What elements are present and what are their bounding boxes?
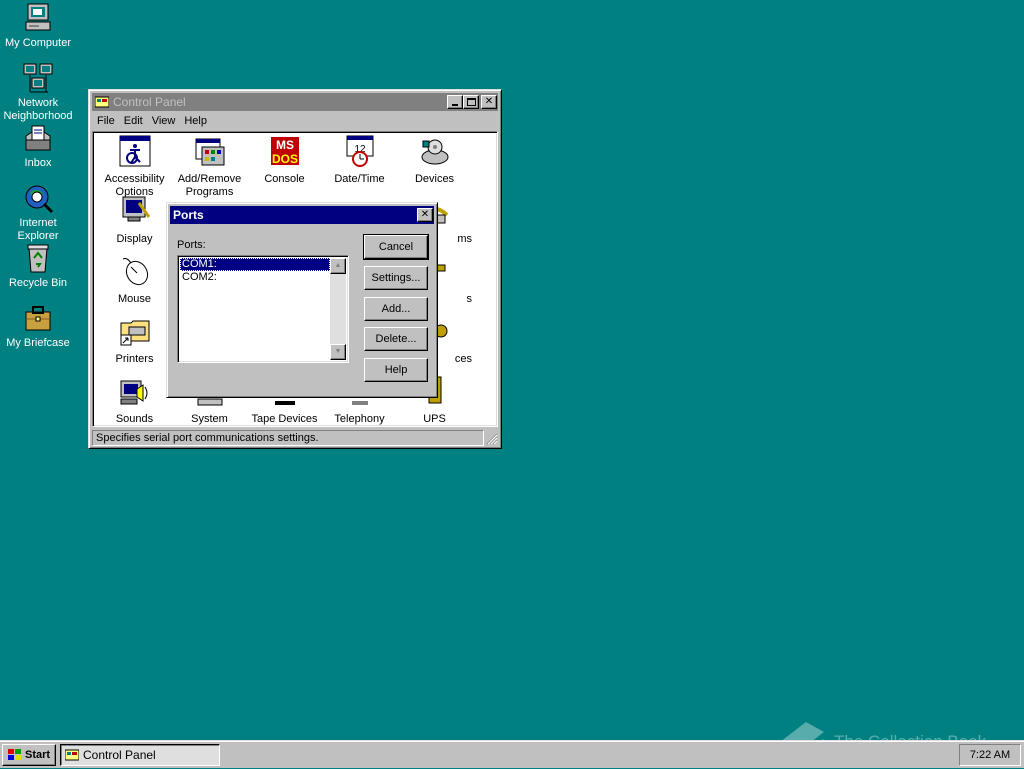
desktop-icon-my-briefcase[interactable]: My Briefcase	[0, 302, 76, 350]
cp-item-label: Sounds	[115, 413, 154, 425]
menu-edit[interactable]: Edit	[124, 115, 143, 127]
cp-item-label: Mouse	[117, 293, 152, 305]
cp-item-label: Console	[264, 173, 305, 185]
cp-item-label: Printers	[115, 353, 154, 365]
cp-item-mouse[interactable]: Mouse	[97, 255, 172, 306]
cancel-button[interactable]: Cancel	[363, 234, 429, 260]
cp-item-sounds[interactable]: Sounds	[97, 375, 172, 426]
delete-button[interactable]: Delete...	[364, 327, 428, 351]
start-label: Start	[25, 749, 51, 761]
menu-file[interactable]: File	[97, 115, 115, 127]
cp-item-accessibility-options[interactable]: Accessibility Options	[97, 135, 172, 199]
maximize-icon	[466, 98, 476, 106]
cp-item-printers[interactable]: Printers	[97, 315, 172, 366]
desktop-icon-label: My Briefcase	[6, 337, 70, 349]
display-icon	[119, 195, 151, 227]
close-button[interactable]: ✕	[481, 95, 497, 109]
menu-view[interactable]: View	[152, 115, 176, 127]
status-text-panel: Specifies serial port communications set…	[92, 429, 484, 446]
dialog-title: Ports	[173, 208, 204, 222]
list-item-com1[interactable]: COM1:	[180, 258, 330, 271]
desktop-icon-my-computer[interactable]: My Computer	[0, 2, 76, 50]
menu-help[interactable]: Help	[184, 115, 207, 127]
accessibility-icon	[119, 135, 151, 167]
scroll-up-button[interactable]: ▲	[330, 258, 346, 274]
desktop-icon-network-neighborhood[interactable]: Network Neighborhood	[0, 62, 76, 123]
menu-bar: File Edit View Help	[97, 113, 216, 129]
ports-listbox[interactable]: COM1: COM2: ▲ ▼	[177, 255, 349, 363]
internet-explorer-icon	[22, 182, 54, 214]
ports-dialog-titlebar[interactable]: Ports ✕	[170, 206, 434, 224]
listbox-scrollbar[interactable]: ▲ ▼	[330, 258, 346, 360]
control-panel-icon	[94, 96, 110, 108]
minimize-button[interactable]	[447, 95, 463, 109]
cp-item-label: Date/Time	[334, 173, 385, 185]
date-time-icon: 12	[344, 135, 376, 167]
cp-item-label: UPS	[423, 413, 446, 425]
maximize-button[interactable]	[463, 95, 479, 109]
status-text: Specifies serial port communications set…	[96, 431, 319, 444]
inbox-icon	[22, 122, 54, 154]
desktop-icon-label: Inbox	[24, 157, 52, 169]
cp-item-label: Display	[116, 233, 153, 245]
cp-item-label: Add/Remove Programs	[177, 173, 242, 198]
cp-item-label: Telephony	[334, 413, 385, 425]
taskbar-task-control-panel[interactable]: Control Panel	[60, 744, 220, 766]
dialog-close-button[interactable]: ✕	[417, 208, 433, 222]
taskbar: Start Control Panel 7:22 AM	[0, 740, 1024, 768]
cp-item-date-time[interactable]: 12 Date/Time	[322, 135, 397, 186]
cp-item-label: Tape Devices	[251, 413, 318, 425]
system-tray: 7:22 AM	[959, 744, 1021, 766]
ports-dialog: Ports ✕ Ports: COM1: COM2: ▲ ▼ Cancel Se…	[166, 202, 438, 398]
cp-item-devices[interactable]: Devices	[397, 135, 472, 186]
help-button[interactable]: Help	[364, 358, 428, 382]
printers-icon	[119, 315, 151, 347]
list-item-com2[interactable]: COM2:	[180, 271, 330, 284]
window-title: Control Panel	[113, 95, 186, 109]
scroll-down-icon: ▼	[334, 348, 342, 355]
recycle-bin-icon	[22, 242, 54, 274]
resize-grip-icon[interactable]	[484, 431, 498, 445]
add-remove-programs-icon	[194, 135, 226, 167]
close-icon: ✕	[484, 96, 494, 107]
clock[interactable]: 7:22 AM	[970, 749, 1010, 761]
cp-item-display[interactable]: Display	[97, 195, 172, 246]
task-label: Control Panel	[83, 748, 156, 762]
console-icon: MS DOS	[269, 135, 301, 167]
ports-list-label: Ports:	[177, 239, 206, 251]
add-button[interactable]: Add...	[364, 297, 428, 321]
sounds-icon	[119, 375, 151, 407]
desktop-icon-internet-explorer[interactable]: Internet Explorer	[0, 182, 76, 243]
cp-item-console[interactable]: MS DOS Console	[247, 135, 322, 186]
close-icon: ✕	[420, 209, 430, 220]
desktop-icon-inbox[interactable]: Inbox	[0, 122, 76, 170]
svg-text:DOS: DOS	[271, 152, 297, 166]
control-panel-titlebar[interactable]: Control Panel ✕	[92, 93, 498, 111]
minimize-icon	[452, 104, 458, 106]
computer-icon	[22, 2, 54, 34]
status-bar: Specifies serial port communications set…	[92, 429, 498, 446]
cp-item-add-remove-programs[interactable]: Add/Remove Programs	[172, 135, 247, 199]
desktop-icon-label: Recycle Bin	[8, 277, 68, 289]
start-button[interactable]: Start	[2, 744, 56, 766]
desktop-icon-recycle-bin[interactable]: Recycle Bin	[0, 242, 76, 290]
cp-item-label: System	[191, 413, 228, 425]
settings-button[interactable]: Settings...	[364, 266, 428, 290]
briefcase-icon	[22, 302, 54, 334]
cp-item-label: Devices	[414, 173, 455, 185]
control-panel-icon	[64, 749, 80, 761]
devices-icon	[419, 135, 451, 167]
mouse-icon	[119, 255, 151, 287]
scroll-down-button[interactable]: ▼	[330, 344, 346, 360]
network-icon	[22, 62, 54, 94]
scroll-up-icon: ▲	[334, 262, 342, 269]
desktop-icon-label: Internet Explorer	[17, 217, 59, 242]
svg-text:MS: MS	[276, 138, 294, 152]
desktop-icon-label: My Computer	[4, 37, 72, 49]
desktop-icon-label: Network Neighborhood	[3, 97, 73, 122]
windows-logo-icon	[6, 748, 22, 762]
